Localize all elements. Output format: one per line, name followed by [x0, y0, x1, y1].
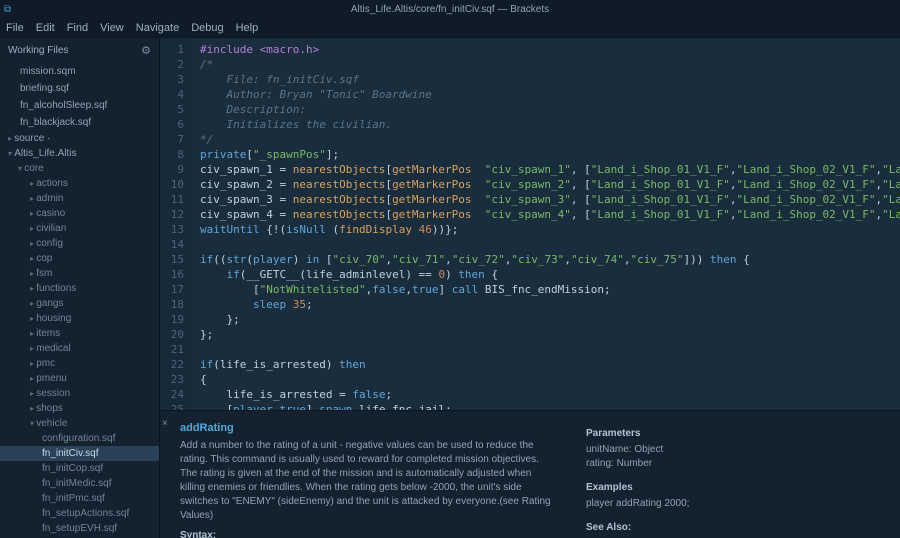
menu-view[interactable]: View: [100, 22, 124, 34]
menu-debug[interactable]: Debug: [191, 22, 223, 34]
tree-folder[interactable]: gangs: [0, 296, 159, 311]
menu-navigate[interactable]: Navigate: [136, 22, 179, 34]
tree-file[interactable]: configuration.sqf: [0, 431, 159, 446]
tree-folder[interactable]: medical: [0, 341, 159, 356]
tree-folder[interactable]: items: [0, 326, 159, 341]
doc-example: player addRating 2000;: [586, 497, 886, 511]
code-editor[interactable]: 1234567891011121314151617181920212223242…: [160, 38, 900, 410]
working-files-header[interactable]: Working Files ⚙: [0, 38, 159, 63]
menu-find[interactable]: Find: [67, 22, 88, 34]
code-area[interactable]: #include <macro.h>/* File: fn_initCiv.sq…: [192, 38, 900, 410]
doc-syntax-label: Syntax:: [180, 529, 556, 538]
tree-folder[interactable]: civilian: [0, 221, 159, 236]
tree-folder[interactable]: cop: [0, 251, 159, 266]
source-root[interactable]: source ·: [0, 131, 159, 146]
tree-folder[interactable]: session: [0, 386, 159, 401]
tree-folder[interactable]: fsm: [0, 266, 159, 281]
tree-vehicle[interactable]: vehicle: [0, 416, 159, 431]
doc-param-2: rating: Number: [586, 457, 886, 471]
tree-folder[interactable]: pmc: [0, 356, 159, 371]
tree-file[interactable]: fn_initCiv.sqf: [0, 446, 159, 461]
tree-folder[interactable]: functions: [0, 281, 159, 296]
tree-folder[interactable]: config: [0, 236, 159, 251]
tree-folder[interactable]: housing: [0, 311, 159, 326]
tree-folder[interactable]: casino: [0, 206, 159, 221]
doc-seealso-label: See Also:: [586, 521, 886, 535]
menu-help[interactable]: Help: [236, 22, 259, 34]
doc-examples-label: Examples: [586, 481, 886, 495]
gear-icon[interactable]: ⚙: [141, 44, 151, 57]
working-file[interactable]: mission.sqm: [0, 63, 159, 80]
tree-core[interactable]: core: [0, 161, 159, 176]
menu-edit[interactable]: Edit: [36, 22, 55, 34]
doc-params-label: Parameters: [586, 427, 886, 441]
tree-folder[interactable]: shops: [0, 401, 159, 416]
working-file[interactable]: fn_alcoholSleep.sqf: [0, 97, 159, 114]
tree-file[interactable]: fn_setupActions.sqf: [0, 506, 159, 521]
working-files-label: Working Files: [8, 45, 68, 56]
tree-folder[interactable]: actions: [0, 176, 159, 191]
tree-file[interactable]: fn_initMedic.sqf: [0, 476, 159, 491]
tree-file[interactable]: fn_initCop.sqf: [0, 461, 159, 476]
close-icon[interactable]: ×: [162, 417, 168, 431]
line-gutter: 1234567891011121314151617181920212223242…: [160, 38, 192, 410]
doc-title: addRating: [180, 421, 556, 435]
tree-folder[interactable]: pmenu: [0, 371, 159, 386]
doc-param-1: unitName: Object: [586, 443, 886, 457]
menubar: File Edit Find View Navigate Debug Help: [0, 18, 900, 38]
tree-folder[interactable]: admin: [0, 191, 159, 206]
tree-file[interactable]: fn_initPmc.sqf: [0, 491, 159, 506]
sidebar: Working Files ⚙ mission.sqmbriefing.sqff…: [0, 38, 160, 538]
working-file[interactable]: briefing.sqf: [0, 80, 159, 97]
menu-file[interactable]: File: [6, 22, 24, 34]
app-icon: ⧉: [4, 4, 11, 15]
documentation-panel: × addRating Add a number to the rating o…: [160, 410, 900, 538]
doc-description: Add a number to the rating of a unit - n…: [180, 439, 556, 523]
tree-project-root[interactable]: Altis_Life.Altis: [0, 146, 159, 161]
window-title: Altis_Life.Altis/core/fn_initCiv.sqf — B…: [351, 4, 549, 15]
titlebar: ⧉ Altis_Life.Altis/core/fn_initCiv.sqf —…: [0, 0, 900, 18]
working-file[interactable]: fn_blackjack.sqf: [0, 114, 159, 131]
tree-file[interactable]: fn_setupEVH.sqf: [0, 521, 159, 536]
